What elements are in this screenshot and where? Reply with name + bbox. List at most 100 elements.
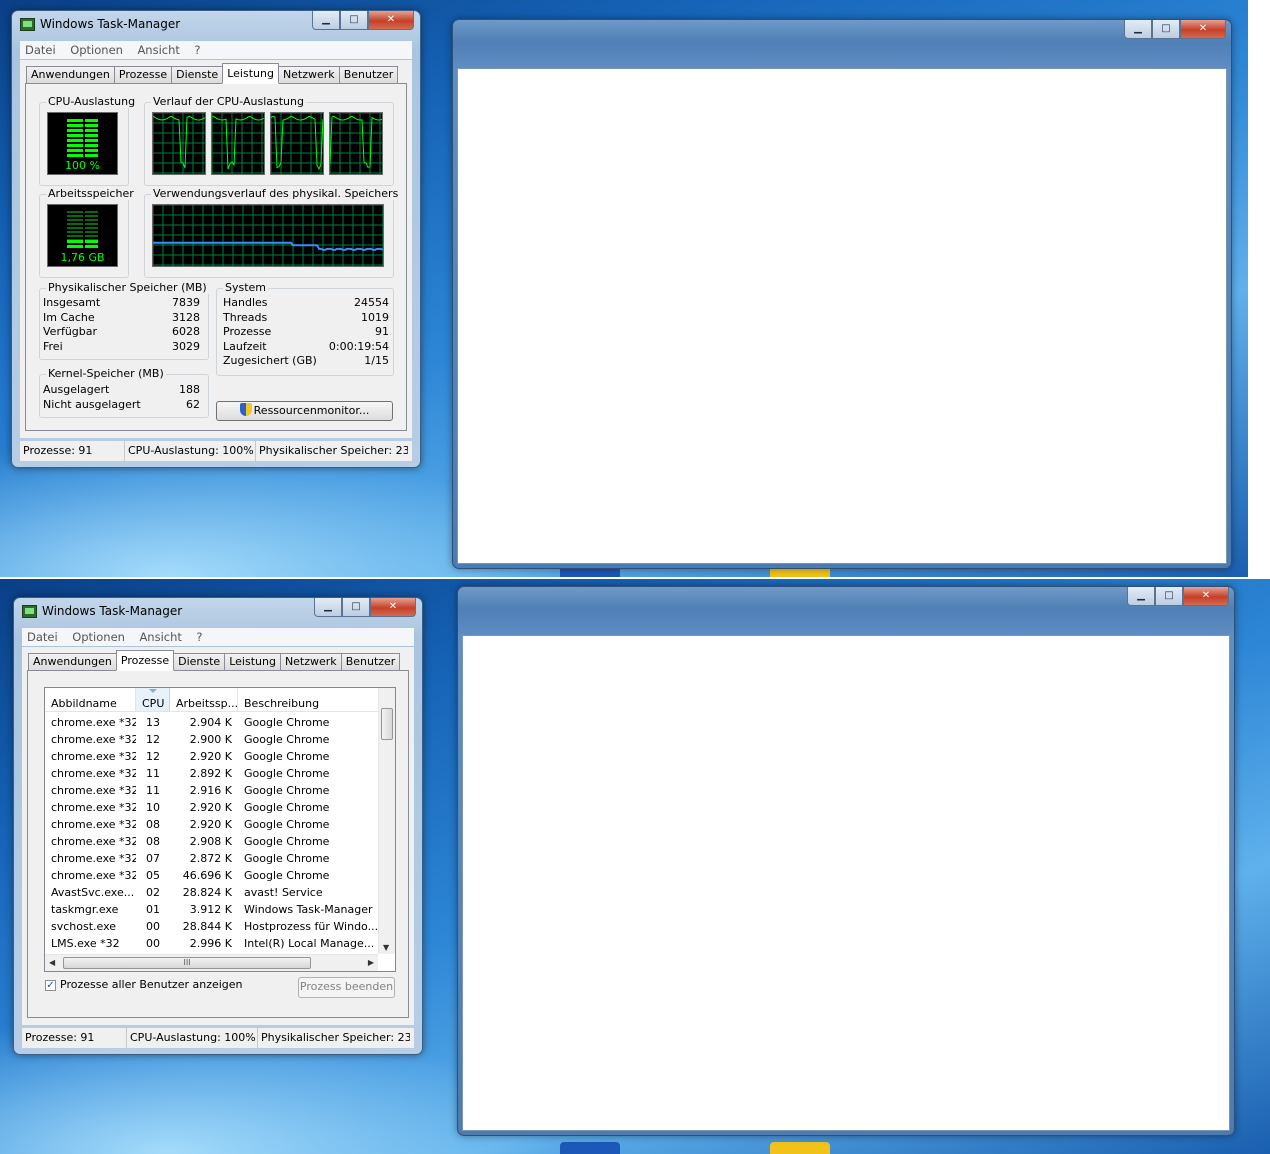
- process-description: Hostprozess für Windo...: [244, 920, 378, 933]
- show-all-users-label[interactable]: Prozesse aller Benutzer anzeigen: [60, 978, 243, 991]
- process-row[interactable]: chrome.exe *32 13 2.904 K Google Chrome: [45, 714, 378, 731]
- process-cpu: 11: [146, 784, 160, 797]
- maximize-button[interactable]: □: [342, 598, 370, 617]
- tab-netzwerk[interactable]: Netzwerk: [278, 66, 339, 84]
- tab-netzwerk[interactable]: Netzwerk: [279, 653, 341, 671]
- maximize-button[interactable]: □: [1152, 20, 1180, 39]
- task-manager-window-processes: Windows Task-Manager ▁ □ ✕ Datei Optione…: [13, 597, 423, 1055]
- process-row[interactable]: LMS.exe *32 00 2.996 K Intel(R) Local Manag…: [45, 935, 378, 952]
- process-description: Intel(R) Local Manage...: [244, 937, 375, 950]
- status-processes: Prozesse: 91: [22, 1028, 127, 1048]
- horizontal-scrollbar[interactable]: ◀ III ▶: [45, 954, 378, 971]
- title-bar[interactable]: Windows Task-Manager ▁ □ ✕: [12, 11, 420, 39]
- menu-datei[interactable]: Datei: [22, 628, 64, 644]
- process-row[interactable]: chrome.exe *32 07 2.872 K Google Chrome: [45, 850, 378, 867]
- process-row[interactable]: chrome.exe *32 11 2.892 K Google Chrome: [45, 765, 378, 782]
- process-row[interactable]: chrome.exe *32 10 2.920 K Google Chrome: [45, 799, 378, 816]
- maximize-button[interactable]: □: [340, 11, 368, 30]
- cpu-history-group: Verlauf der CPU-Auslastung: [144, 96, 394, 186]
- resource-monitor-button[interactable]: Ressourcenmonitor...: [216, 401, 393, 421]
- value: 1019: [361, 310, 389, 324]
- maximize-button[interactable]: □: [1155, 587, 1183, 606]
- process-working-set: 3.912 K: [189, 903, 232, 916]
- status-processes: Prozesse: 91: [20, 441, 125, 461]
- title-bar[interactable]: Windows Task-Manager ▁ □ ✕: [14, 598, 422, 626]
- process-image-name: chrome.exe *32: [51, 784, 136, 797]
- column-cpu[interactable]: CPU: [136, 688, 170, 711]
- process-row[interactable]: chrome.exe *32 08 2.908 K Google Chrome: [45, 833, 378, 850]
- menu-ansicht[interactable]: Ansicht: [132, 41, 185, 57]
- close-button[interactable]: ✕: [370, 598, 416, 617]
- horizontal-scroll-thumb[interactable]: III: [63, 957, 311, 969]
- minimize-button[interactable]: ▁: [1124, 20, 1152, 39]
- process-row[interactable]: AvastSvc.exe... 02 28.824 K avast! Service: [45, 884, 378, 901]
- tab-leistung[interactable]: Leistung: [222, 63, 279, 84]
- process-image-name: chrome.exe *32: [51, 835, 136, 848]
- tab-leistung[interactable]: Leistung: [224, 653, 280, 671]
- scroll-left-arrow-icon[interactable]: ◀: [49, 958, 55, 967]
- close-button[interactable]: ✕: [1183, 587, 1229, 606]
- cpu-usage-label: CPU-Auslastung: [46, 95, 138, 108]
- process-working-set: 2.920 K: [189, 750, 232, 763]
- menu-datei[interactable]: Datei: [20, 41, 62, 57]
- task-manager-window-performance: Windows Task-Manager ▁ □ ✕ Datei Optione…: [11, 10, 421, 468]
- scroll-right-arrow-icon[interactable]: ▶: [368, 958, 374, 967]
- tab-dienste[interactable]: Dienste: [174, 653, 225, 671]
- process-list[interactable]: Abbildname CPU Arbeitssp... Beschreibung…: [44, 687, 396, 972]
- process-image-name: svchost.exe: [51, 920, 117, 933]
- window-title: Windows Task-Manager: [42, 604, 183, 618]
- close-button[interactable]: ✕: [368, 11, 414, 30]
- minimize-button[interactable]: ▁: [314, 598, 342, 617]
- status-memory: Physikalischer Speicher: 23: [261, 1031, 410, 1044]
- close-button[interactable]: ✕: [1180, 20, 1226, 39]
- process-row[interactable]: svchost.exe 00 28.844 K Hostprozess für Win…: [45, 918, 378, 935]
- process-image-name: chrome.exe *32: [51, 733, 136, 746]
- menu-help[interactable]: ?: [191, 628, 208, 644]
- process-row[interactable]: chrome.exe *32 08 2.920 K Google Chrome: [45, 816, 378, 833]
- vertical-scroll-thumb[interactable]: [381, 708, 393, 740]
- vertical-scrollbar[interactable]: ▼: [378, 688, 395, 954]
- cpu-history-graph-core-4: [329, 112, 383, 175]
- tab-benutzer[interactable]: Benutzer: [338, 66, 399, 84]
- minimize-button[interactable]: ▁: [1127, 587, 1155, 606]
- process-image-name: chrome.exe *32: [51, 869, 136, 882]
- process-row[interactable]: chrome.exe *32 05 46.696 K Google Chrome: [45, 867, 378, 884]
- column-image-name[interactable]: Abbildname: [45, 688, 136, 711]
- column-working-set[interactable]: Arbeitssp...: [170, 688, 238, 711]
- column-description[interactable]: Beschreibung: [238, 688, 378, 711]
- process-list-header: Abbildname CPU Arbeitssp... Beschreibung: [45, 688, 378, 712]
- tab-prozesse[interactable]: Prozesse: [113, 66, 172, 84]
- menu-optionen[interactable]: Optionen: [67, 628, 131, 644]
- scroll-down-arrow-icon[interactable]: ▼: [383, 943, 389, 952]
- tab-anwendungen[interactable]: Anwendungen: [26, 66, 114, 84]
- menu-help[interactable]: ?: [189, 41, 206, 57]
- system-row: Laufzeit 0:00:19:54: [223, 340, 389, 355]
- memory-history-trace: [153, 241, 383, 251]
- minimize-button[interactable]: ▁: [312, 11, 340, 30]
- tab-prozesse[interactable]: Prozesse: [115, 650, 175, 671]
- show-all-users-checkbox[interactable]: ✓: [45, 980, 56, 991]
- status-bar: Prozesse: 91 CPU-Auslastung: 100% Physik…: [20, 441, 412, 461]
- process-working-set: 2.904 K: [189, 716, 232, 729]
- process-row[interactable]: chrome.exe *32 12 2.920 K Google Chrome: [45, 748, 378, 765]
- process-image-name: chrome.exe *32: [51, 750, 136, 763]
- label: Laufzeit: [223, 339, 267, 353]
- menu-optionen[interactable]: Optionen: [65, 41, 129, 57]
- process-working-set: 2.892 K: [189, 767, 232, 780]
- process-row[interactable]: chrome.exe *32 11 2.916 K Google Chrome: [45, 782, 378, 799]
- menu-bar: Datei Optionen Ansicht ?: [22, 628, 414, 646]
- value: 7839: [172, 296, 200, 309]
- tab-benutzer[interactable]: Benutzer: [340, 653, 401, 671]
- tab-dienste[interactable]: Dienste: [171, 66, 223, 84]
- tab-anwendungen[interactable]: Anwendungen: [28, 653, 116, 671]
- menu-ansicht[interactable]: Ansicht: [134, 628, 187, 644]
- process-row[interactable]: taskmgr.exe 01 3.912 K Windows Task-Manager: [45, 901, 378, 918]
- process-description: Google Chrome: [244, 801, 330, 814]
- window-title: Windows Task-Manager: [40, 17, 181, 31]
- end-process-button[interactable]: Prozess beenden: [298, 977, 395, 998]
- cpu-usage-bars: [67, 119, 98, 158]
- memory-group: Arbeitsspeicher 1,76 GB: [39, 188, 136, 278]
- label: Ausgelagert: [43, 383, 110, 396]
- cpu-usage-group: CPU-Auslastung 100 %: [39, 96, 138, 186]
- process-row[interactable]: chrome.exe *32 12 2.900 K Google Chrome: [45, 731, 378, 748]
